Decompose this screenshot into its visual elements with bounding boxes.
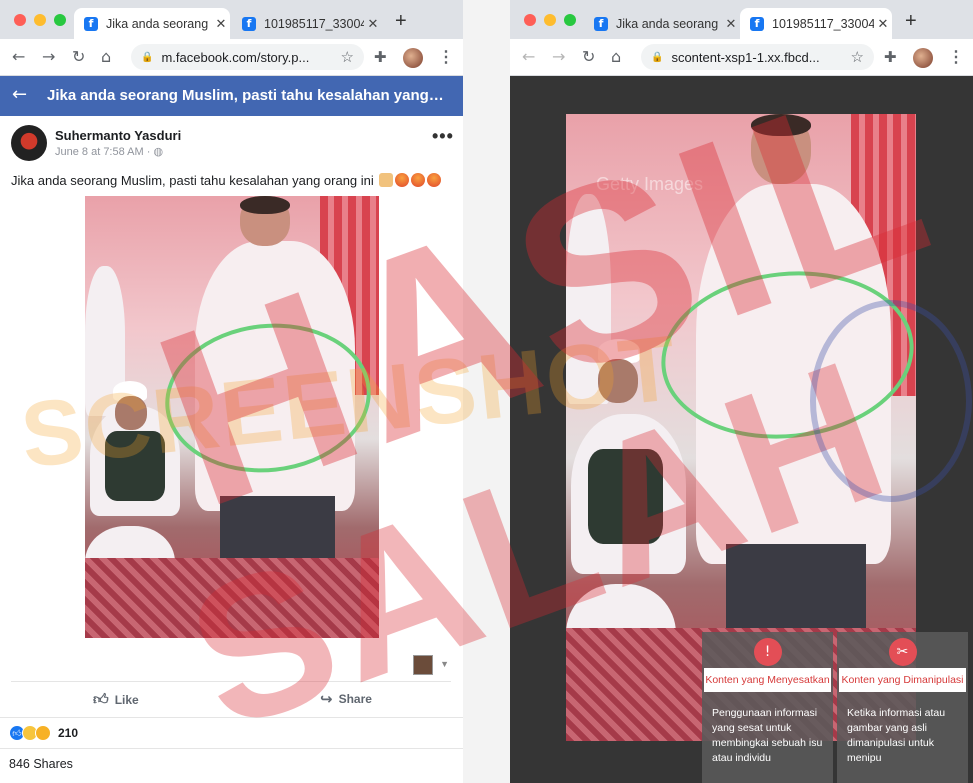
address-bar[interactable]: 🔒 scontent-xsp1-1.xx.fbcd... ☆	[641, 44, 874, 70]
post-header-title: Jika anda seorang Muslim, pasti tahu kes…	[47, 87, 444, 104]
close-tab-icon[interactable]: ✕	[722, 16, 740, 32]
post-text: Jika anda seorang Muslim, pasti tahu kes…	[11, 173, 442, 188]
facebook-icon: f	[594, 16, 608, 31]
forward-icon[interactable]: →	[42, 47, 55, 66]
window-gap	[463, 0, 510, 783]
post-text-content: Jika anda seorang Muslim, pasti tahu kes…	[11, 173, 374, 188]
extensions-icon[interactable]: ✚	[884, 48, 897, 66]
tab-title: 101985117_33004	[264, 16, 364, 31]
home-icon[interactable]: ⌂	[611, 47, 621, 66]
facebook-header: ← Jika anda seorang Muslim, pasti tahu k…	[0, 76, 463, 116]
caret-down-icon[interactable]: ▼	[440, 659, 449, 669]
scissors-icon: ✂	[888, 638, 917, 666]
share-button[interactable]: ↪ Share	[320, 690, 372, 708]
maximize-window-button[interactable]	[54, 14, 66, 26]
label-manipulated-title: Konten yang Dimanipulasi	[839, 668, 966, 692]
label-misleading: ! Konten yang Menyesatkan Penggunaan inf…	[702, 632, 833, 783]
facebook-icon: f	[750, 16, 764, 31]
post-header: Suhermanto Yasduri June 8 at 7:58 AM · ◍…	[0, 118, 463, 168]
tab-title: Jika anda seorang	[106, 16, 209, 31]
forward-icon[interactable]: →	[552, 47, 565, 66]
stock-watermark: Getty Images	[596, 174, 704, 194]
post-meta: June 8 at 7:58 AM · ◍	[55, 145, 163, 158]
tab-strip: f Jika anda seorang ✕ f 101985117_33004 …	[0, 0, 463, 39]
angry-face-emoji-icon	[427, 173, 442, 187]
share-label: Share	[338, 692, 372, 706]
browser-toolbar: ← → ↻ ⌂ 🔒 scontent-xsp1-1.xx.fbcd... ☆ ✚…	[510, 39, 973, 76]
back-icon[interactable]: ←	[522, 47, 535, 66]
browser-toolbar: ← → ↻ ⌂ 🔒 m.facebook.com/story.p... ☆ ✚ …	[0, 39, 463, 76]
left-browser-window: f Jika anda seorang ✕ f 101985117_33004 …	[0, 0, 464, 783]
url-text: m.facebook.com/story.p...	[161, 49, 310, 65]
like-button[interactable]: 👍︎ Like	[93, 690, 139, 709]
browser-menu-icon[interactable]: ⋮	[438, 47, 454, 67]
lock-icon: 🔒	[141, 51, 154, 63]
tab-title: Jika anda seorang	[616, 16, 719, 31]
image-thumbnail[interactable]	[413, 655, 433, 675]
misleading-content-icon: !	[753, 638, 782, 666]
extensions-icon[interactable]: ✚	[374, 48, 387, 66]
maximize-window-button[interactable]	[564, 14, 576, 26]
reload-icon[interactable]: ↻	[582, 47, 595, 66]
post-actions: 👍︎ Like ↪ Share	[0, 684, 463, 714]
profile-avatar[interactable]	[913, 48, 933, 68]
new-tab-button[interactable]: +	[395, 10, 407, 33]
label-misleading-title: Konten yang Menyesatkan	[704, 668, 831, 692]
right-browser-window: f Jika anda seorang ✕ f 101985117_33004 …	[510, 0, 973, 783]
divider	[0, 748, 463, 749]
window-controls	[14, 14, 66, 26]
author-name[interactable]: Suhermanto Yasduri	[55, 128, 181, 143]
tab-image[interactable]: f 101985117_33004 ✕	[740, 8, 892, 39]
browser-menu-icon[interactable]: ⋮	[948, 47, 964, 67]
reaction-count: 210	[58, 726, 79, 740]
close-tab-icon[interactable]: ✕	[874, 16, 892, 32]
back-arrow-icon[interactable]: ←	[12, 84, 27, 105]
reaction-summary[interactable]: 👍︎ 210	[9, 724, 78, 742]
facebook-icon: f	[242, 16, 256, 31]
image-footer-row: ▼	[11, 651, 451, 682]
tab-facebook-post[interactable]: f Jika anda seorang ✕	[74, 8, 230, 39]
label-manipulated: ✂ Konten yang Dimanipulasi Ketika inform…	[837, 632, 968, 783]
like-label: Like	[114, 692, 139, 707]
thumbs-up-icon: 👍︎	[93, 690, 109, 708]
back-icon[interactable]: ←	[12, 47, 25, 66]
close-window-button[interactable]	[14, 14, 26, 26]
facebook-icon: f	[84, 16, 98, 31]
window-controls	[524, 14, 576, 26]
tab-title: 101985117_33004	[772, 16, 874, 31]
divider	[0, 717, 463, 718]
label-misleading-desc: Penggunaan informasi yang sesat untuk me…	[712, 707, 823, 764]
post-timestamp[interactable]: June 8 at 7:58 AM ·	[55, 146, 153, 158]
share-arrow-icon: ↪	[320, 690, 333, 708]
profile-avatar[interactable]	[403, 48, 423, 68]
post-photo[interactable]	[85, 196, 379, 638]
tab-facebook-post[interactable]: f Jika anda seorang ✕	[584, 8, 740, 39]
reload-icon[interactable]: ↻	[72, 47, 85, 66]
shares-count[interactable]: 846 Shares	[9, 757, 73, 771]
tab-image[interactable]: f 101985117_33004 ✕	[232, 8, 382, 39]
tab-strip: f Jika anda seorang ✕ f 101985117_33004 …	[510, 0, 973, 39]
close-tab-icon[interactable]: ✕	[212, 16, 230, 32]
bookmark-star-icon[interactable]: ☆	[851, 48, 864, 66]
new-tab-button[interactable]: +	[905, 10, 917, 33]
bookmark-star-icon[interactable]: ☆	[341, 48, 354, 66]
home-icon[interactable]: ⌂	[101, 47, 111, 66]
globe-icon: ◍	[153, 145, 164, 158]
minimize-window-button[interactable]	[34, 14, 46, 26]
angry-face-emoji-icon	[395, 173, 410, 187]
fact-check-labels: ! Konten yang Menyesatkan Penggunaan inf…	[702, 632, 973, 783]
url-text: scontent-xsp1-1.xx.fbcd...	[671, 49, 820, 65]
angry-face-emoji-icon	[411, 173, 426, 187]
more-options-icon[interactable]: •••	[432, 126, 454, 147]
close-window-button[interactable]	[524, 14, 536, 26]
label-manipulated-desc: Ketika informasi atau gambar yang asli d…	[847, 707, 946, 764]
folded-hands-emoji-icon	[379, 173, 394, 187]
lock-icon: 🔒	[651, 51, 664, 63]
close-tab-icon[interactable]: ✕	[364, 16, 382, 32]
minimize-window-button[interactable]	[544, 14, 556, 26]
author-avatar[interactable]	[11, 125, 47, 161]
address-bar[interactable]: 🔒 m.facebook.com/story.p... ☆	[131, 44, 364, 70]
wow-reaction-icon	[35, 725, 51, 741]
